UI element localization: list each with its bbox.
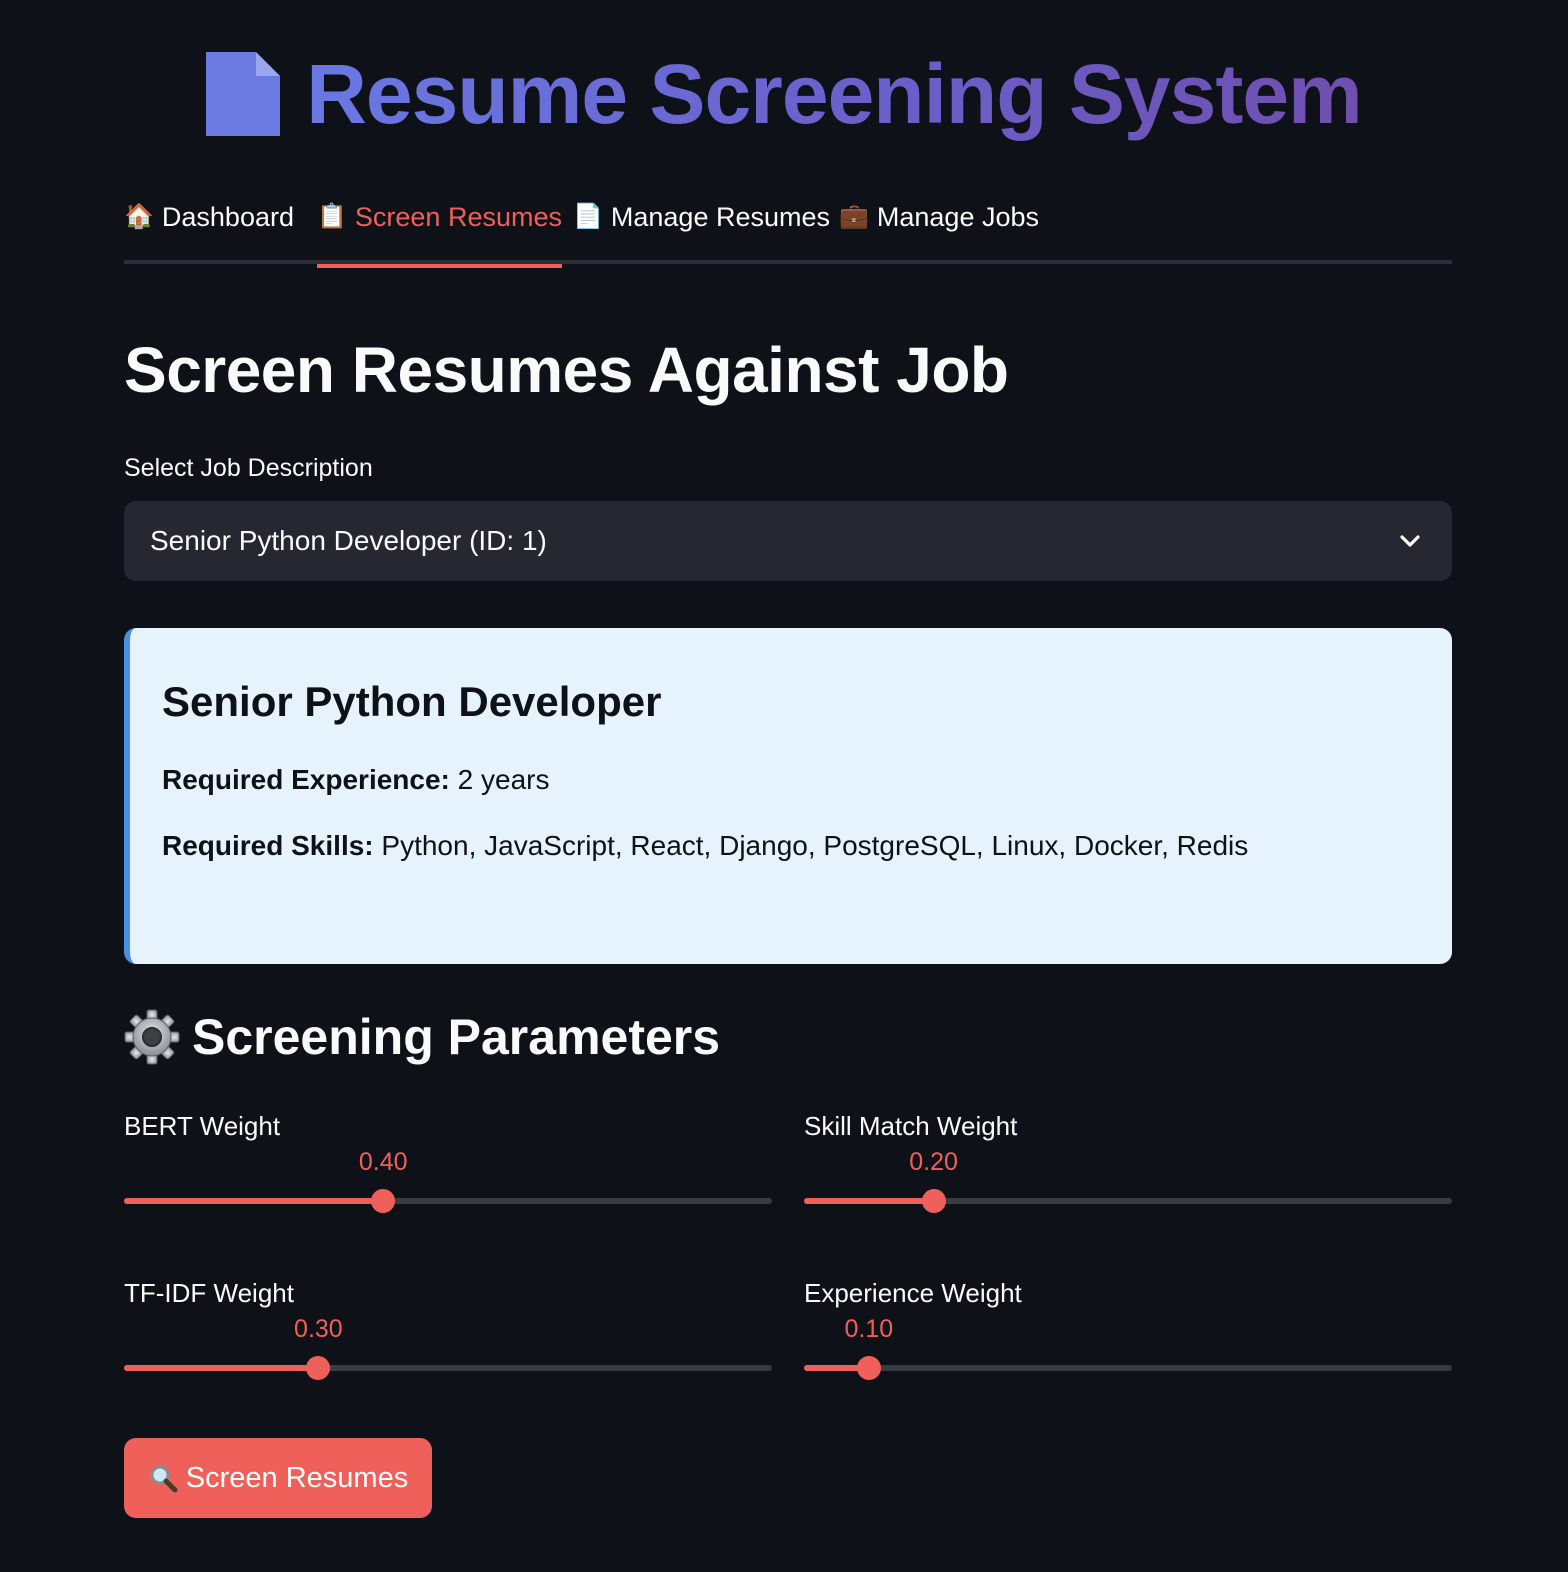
slider-fill [124, 1365, 319, 1371]
slider-fill [124, 1198, 384, 1204]
tab-dashboard[interactable]: 🏠 Dashboard [124, 196, 294, 264]
tab-bar: 🏠 Dashboard 📋 Screen Resumes 📄 Manage Re… [124, 196, 1452, 268]
app-title: Resume Screening System [306, 44, 1362, 144]
required-skills: Required Skills: Python, JavaScript, Rea… [162, 828, 1452, 864]
slider-label: BERT Weight [124, 1111, 281, 1141]
slider-value: 0.20 [909, 1148, 958, 1176]
app-root: Resume Screening System 🏠 Dashboard 📋 Sc… [0, 0, 1568, 1572]
briefcase-icon: 💼 [839, 203, 869, 230]
slider-label: TF-IDF Weight [124, 1278, 294, 1308]
slider-value: 0.10 [844, 1315, 894, 1343]
job-select-label: Select Job Description [124, 454, 373, 482]
search-icon [150, 1465, 178, 1493]
bert-weight-slider[interactable]: BERT Weight 0.40 [124, 1110, 772, 1220]
document-icon [206, 52, 281, 136]
tab-label: Screen Resumes [354, 202, 562, 232]
tab-manage-resumes[interactable]: 📄 Manage Resumes [573, 196, 830, 264]
screen-resumes-button[interactable]: Screen Resumes [124, 1438, 432, 1518]
slider-label: Experience Weight [804, 1278, 1022, 1308]
slider-value: 0.30 [294, 1315, 343, 1343]
job-info-card: Senior Python Developer Required Experie… [124, 628, 1452, 964]
house-icon: 🏠 [124, 203, 154, 230]
job-select[interactable]: Senior Python Developer (ID: 1) [124, 501, 1452, 581]
skills-label: Required Skills: [162, 830, 374, 861]
tab-label: Manage Resumes [610, 202, 831, 232]
experience-value: 2 years [457, 764, 550, 795]
gear-icon [124, 1009, 180, 1065]
app-header: Resume Screening System [0, 44, 1568, 144]
tf-idf-weight-slider[interactable]: TF-IDF Weight 0.30 [124, 1277, 772, 1387]
tab-manage-jobs[interactable]: 💼 Manage Jobs [839, 196, 1039, 264]
screen-button-label: Screen Resumes [185, 1461, 409, 1494]
skills-value: Python, JavaScript, React, Django, Postg… [381, 830, 1249, 861]
job-select-value: Senior Python Developer (ID: 1) [150, 525, 547, 556]
slider-thumb[interactable] [306, 1356, 331, 1380]
slider-value: 0.40 [358, 1148, 408, 1176]
experience-label: Required Experience: [162, 764, 450, 795]
tab-label: Manage Jobs [876, 202, 1039, 232]
page-icon: 📄 [573, 203, 603, 230]
slider-track[interactable] [804, 1365, 1452, 1371]
tab-screen-resumes[interactable]: 📋 Screen Resumes [317, 196, 562, 268]
experience-weight-slider[interactable]: Experience Weight 0.10 [804, 1277, 1452, 1387]
slider-thumb[interactable] [371, 1189, 396, 1213]
slider-thumb[interactable] [856, 1356, 881, 1380]
tab-label: Dashboard [161, 202, 294, 232]
page-title: Screen Resumes Against Job [124, 334, 1009, 406]
params-heading-text: Screening Parameters [192, 1009, 721, 1065]
clipboard-icon: 📋 [317, 203, 347, 230]
chevron-down-icon [1400, 535, 1420, 547]
screening-parameters-heading: Screening Parameters [124, 1004, 720, 1070]
job-title: Senior Python Developer [162, 678, 662, 725]
slider-label: Skill Match Weight [804, 1111, 1018, 1141]
slider-thumb[interactable] [921, 1189, 946, 1213]
required-experience: Required Experience: 2 years [162, 762, 1452, 798]
slider-fill [804, 1198, 934, 1204]
skill-match-weight-slider[interactable]: Skill Match Weight 0.20 [804, 1110, 1452, 1220]
